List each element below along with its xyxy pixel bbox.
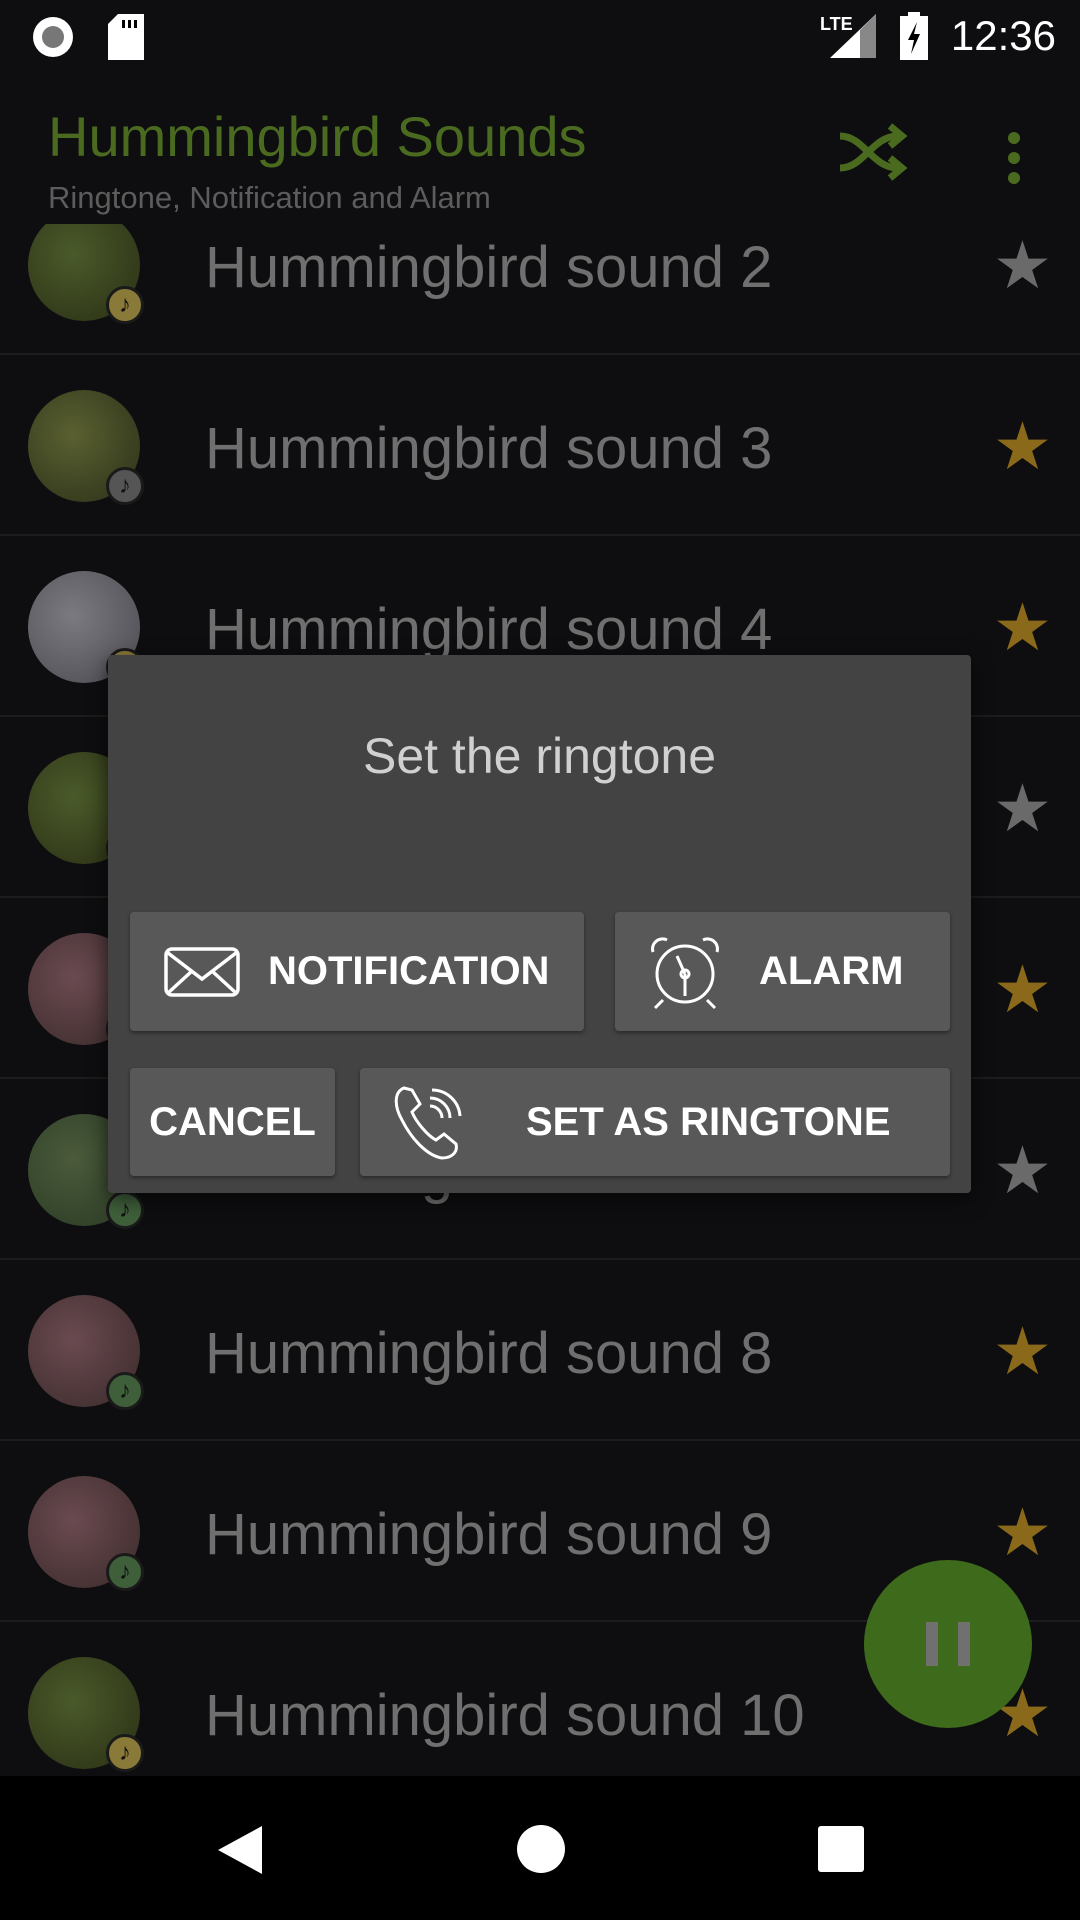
sd-card-icon: [108, 14, 144, 60]
home-icon[interactable]: [516, 1824, 566, 1874]
signal-icon: [830, 14, 876, 58]
favorite-star-icon[interactable]: ★: [993, 1499, 1052, 1565]
clock: 12:36: [950, 12, 1056, 59]
music-note-icon: ♪: [106, 467, 144, 505]
music-note-icon: ♪: [106, 286, 144, 324]
sound-title: Hummingbird sound 4: [205, 597, 773, 662]
list-item[interactable]: ♪ Hummingbird sound 8 ★: [0, 1260, 1080, 1441]
favorite-star-icon[interactable]: ★: [993, 775, 1052, 841]
back-icon[interactable]: [216, 1824, 264, 1876]
cancel-button[interactable]: CANCEL: [130, 1068, 335, 1176]
favorite-star-icon[interactable]: ★: [993, 956, 1052, 1022]
cancel-label: CANCEL: [149, 1099, 316, 1144]
music-note-icon: ♪: [106, 1734, 144, 1772]
dialog-title: Set the ringtone: [362, 728, 717, 784]
set-as-ringtone-button[interactable]: SET AS RINGTONE: [360, 1068, 950, 1176]
favorite-star-icon[interactable]: ★: [993, 232, 1052, 298]
music-note-icon: ♪: [106, 1553, 144, 1591]
favorite-star-icon[interactable]: ★: [993, 413, 1052, 479]
notification-button[interactable]: NOTIFICATION: [130, 912, 584, 1031]
sound-title: Hummingbird sound 2: [205, 235, 773, 300]
navigation-bar: [0, 1776, 1080, 1920]
app-title: Hummingbird Sounds: [48, 105, 587, 168]
record-icon: [33, 17, 73, 57]
app-subtitle: Ringtone, Notification and Alarm: [48, 180, 491, 215]
list-item[interactable]: ♪ Hummingbird sound 3 ★: [0, 355, 1080, 536]
music-note-icon: ♪: [106, 1372, 144, 1410]
favorite-star-icon[interactable]: ★: [993, 594, 1052, 660]
alarm-clock-icon: [651, 936, 719, 1009]
pause-icon: [926, 1622, 938, 1666]
battery-charging-icon: [900, 12, 928, 60]
favorite-star-icon[interactable]: ★: [993, 1318, 1052, 1384]
envelope-icon: [164, 946, 240, 997]
set-ringtone-dialog: Set the ringtone NOTIFICATION ALARM CANC…: [108, 655, 971, 1193]
pause-button[interactable]: [864, 1560, 1032, 1728]
sound-title: Hummingbird sound 9: [205, 1502, 773, 1567]
set-as-ringtone-label: SET AS RINGTONE: [526, 1099, 891, 1144]
phone-ringing-icon: [394, 1086, 462, 1160]
notification-label: NOTIFICATION: [268, 949, 550, 993]
pause-icon: [958, 1622, 970, 1666]
shuffle-icon[interactable]: [838, 122, 914, 182]
sound-title: Hummingbird sound 8: [205, 1321, 773, 1386]
music-note-icon: ♪: [106, 1191, 144, 1229]
recents-icon[interactable]: [818, 1826, 864, 1872]
alarm-label: ALARM: [759, 949, 904, 993]
more-options-icon[interactable]: [1002, 130, 1026, 186]
sound-title: Hummingbird sound 10: [205, 1683, 805, 1748]
favorite-star-icon[interactable]: ★: [993, 1137, 1052, 1203]
app-bar: Hummingbird Sounds Ringtone, Notificatio…: [0, 72, 1080, 224]
alarm-button[interactable]: ALARM: [615, 912, 950, 1031]
sound-title: Hummingbird sound 3: [205, 416, 773, 481]
status-bar: LTE 12:36: [0, 0, 1080, 72]
